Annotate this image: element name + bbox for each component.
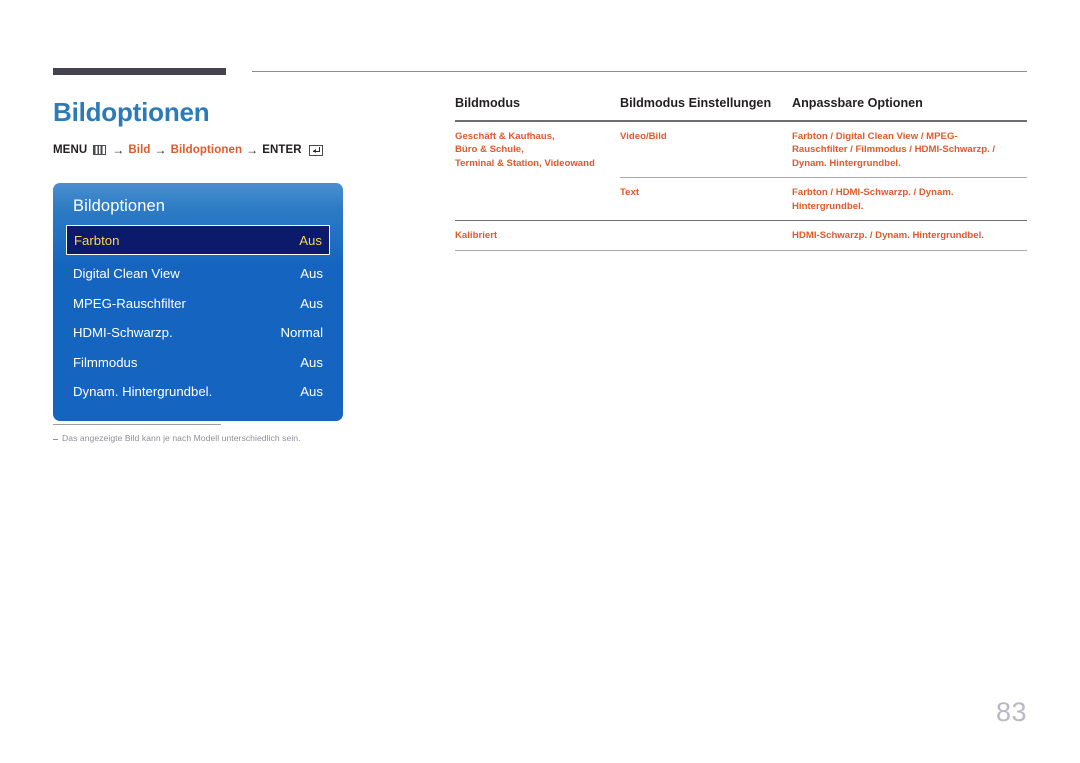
table-cell-settings: Text [620,187,640,199]
table-header-bildmodus: Bildmodus [455,96,521,110]
osd-item-dynam-hintergrundbel[interactable]: Dynam. Hintergrundbel. Aus [53,377,343,407]
page-number: 83 [995,697,1027,727]
breadcrumb: MENU → Bild → Bildoptionen → ENTER [53,143,398,157]
title-rule-thick [53,68,226,75]
table-cell-settings [620,229,792,243]
enter-key-icon [308,144,323,156]
table-header-einstellungen: Bildmodus Einstellungen [620,96,772,110]
osd-item-label: Dynam. Hintergrundbel. [73,384,213,400]
breadcrumb-enter-label: ENTER [262,144,302,156]
breadcrumb-arrow-3: → [246,143,259,157]
table-row: Kalibriert HDMI-Schwarzp. / Dynam. Hinte… [455,221,1027,250]
menu-grid-icon [93,145,107,155]
options-table: Bildmodus Bildmodus Einstellungen Anpass… [455,96,1027,251]
table-cell-mode: Geschäft & Kaufhaus, Büro & Schule, Term… [455,130,595,169]
breadcrumb-menu-label: MENU [53,144,88,156]
footnote: Das angezeigte Bild kann je nach Modell … [53,433,383,443]
table-cell-settings: Video/Bild [620,130,667,142]
osd-item-value: Normal [280,325,324,341]
left-column: Bildoptionen MENU → Bild → Bildoptionen … [53,95,398,157]
page-title: Bildoptionen [53,97,210,127]
table-row: Text Farbton / HDMI-Schwarzp. / Dynam. H… [455,178,1027,220]
osd-item-value: Aus [299,232,322,248]
footnote-rule [53,424,221,425]
dash-bullet-icon [53,439,58,440]
table-cell-options: Farbton / Digital Clean View / MPEG-Raus… [792,130,996,169]
table-header-optionen: Anpassbare Optionen [792,96,923,110]
table-row: Geschäft & Kaufhaus, Büro & Schule, Term… [455,122,1027,178]
table-rule-bottom [455,249,1027,251]
table-header-row: Bildmodus Bildmodus Einstellungen Anpass… [455,96,1027,120]
osd-item-value: Aus [300,354,323,370]
osd-item-farbton[interactable]: Farbton Aus [66,225,330,255]
osd-item-value: Aus [300,295,323,311]
osd-item-label: HDMI-Schwarzp. [73,325,173,341]
breadcrumb-arrow-2: → [154,143,167,157]
osd-item-label: MPEG-Rauschfilter [73,295,186,311]
osd-item-value: Aus [300,384,323,400]
osd-menu-panel: Bildoptionen Farbton Aus Digital Clean V… [53,183,343,421]
osd-item-digital-clean-view[interactable]: Digital Clean View Aus [53,259,343,289]
osd-item-value: Aus [300,266,323,282]
footnote-text: Das angezeigte Bild kann je nach Modell … [62,433,301,443]
osd-item-hdmi-schwarzp[interactable]: HDMI-Schwarzp. Normal [53,318,343,348]
osd-item-filmmodus[interactable]: Filmmodus Aus [53,348,343,378]
osd-item-label: Farbton [74,232,120,248]
breadcrumb-step-bild: Bild [128,144,151,156]
table-cell-mode [455,186,620,213]
table-cell-options: HDMI-Schwarzp. / Dynam. Hintergrundbel. [792,230,984,242]
osd-item-label: Digital Clean View [73,266,180,282]
footnote-block: Das angezeigte Bild kann je nach Modell … [53,424,383,443]
top-decoration [0,0,1080,80]
breadcrumb-arrow-1: → [112,143,125,157]
table-cell-options: Farbton / HDMI-Schwarzp. / Dynam. Hinter… [792,187,954,212]
table-cell-mode: Kalibriert [455,230,498,242]
osd-item-mpeg-rauschfilter[interactable]: MPEG-Rauschfilter Aus [53,289,343,319]
osd-panel-title: Bildoptionen [73,197,166,215]
osd-item-label: Filmmodus [73,354,138,370]
breadcrumb-step-bildoptionen: Bildoptionen [170,144,243,156]
title-rule-thin [252,71,1027,72]
